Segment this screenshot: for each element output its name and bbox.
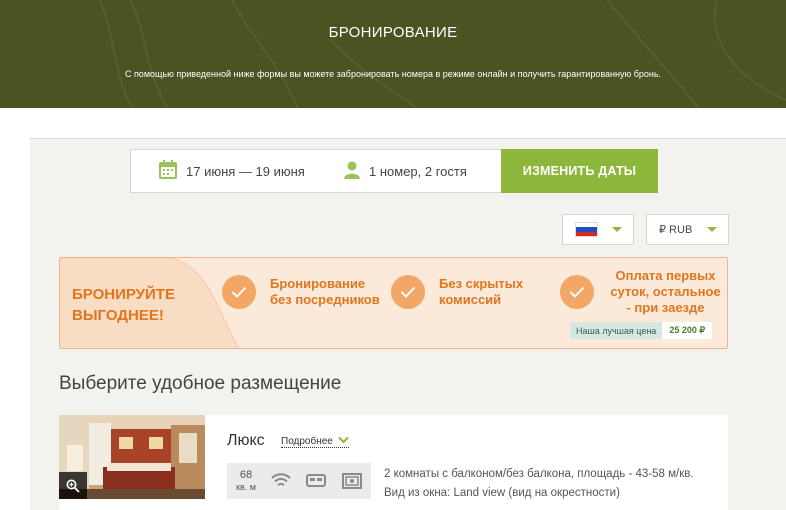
room-card: Люкс Подробнее 68 кв. м 2 комнаты с балк… xyxy=(59,415,728,510)
dates-field[interactable]: 17 июня — 19 июня xyxy=(159,150,305,192)
calendar-icon xyxy=(159,160,177,182)
change-dates-button[interactable]: ИЗМЕНИТЬ ДАТЫ xyxy=(501,149,658,193)
dates-value: 17 июня — 19 июня xyxy=(186,163,305,179)
promo-feature-text: Бронирование без посредников xyxy=(270,276,380,307)
currency-value: ₽ RUB xyxy=(659,224,693,236)
promo-title: БРОНИРУЙТЕ ВЫГОДНЕЕ! xyxy=(72,286,175,324)
booking-widget: 17 июня — 19 июня 1 номер, 2 гостя ИЗМЕН… xyxy=(30,138,786,510)
search-bar: 17 июня — 19 июня 1 номер, 2 гостя ИЗМЕН… xyxy=(130,149,658,193)
best-price-value: 25 200 ₽ xyxy=(662,322,713,339)
checkmark-icon xyxy=(222,275,256,309)
russia-flag-icon xyxy=(575,222,598,237)
page-subtitle: С помощью приведенной ниже формы вы може… xyxy=(124,69,662,79)
chevron-down-icon xyxy=(338,436,349,447)
zoom-button[interactable] xyxy=(59,472,87,499)
promo-banner: БРОНИРУЙТЕ ВЫГОДНЕЕ! Бронирование без по… xyxy=(59,257,728,349)
room-area-unit: кв. м xyxy=(236,482,256,492)
chevron-down-icon xyxy=(612,227,622,232)
room-name: Люкс xyxy=(227,432,265,449)
safe-icon xyxy=(342,473,362,494)
currency-select[interactable]: ₽ RUB xyxy=(646,214,729,245)
best-price-badge: Наша лучшая цена 25 200 ₽ xyxy=(570,322,713,339)
room-details-link[interactable]: Подробнее xyxy=(281,436,349,448)
zoom-icon xyxy=(66,479,80,493)
room-area-value: 68 xyxy=(239,469,253,481)
page-header: БРОНИРОВАНИЕ С помощью приведенной ниже … xyxy=(0,0,786,108)
guests-value: 1 номер, 2 гостя xyxy=(369,163,467,179)
checkmark-icon xyxy=(560,275,594,309)
promo-feature: Оплата первых суток, остальное - при зае… xyxy=(560,258,723,326)
promo-feature: Без скрытых комиссий xyxy=(391,258,549,326)
user-icon xyxy=(344,161,360,182)
promo-feature-text: Оплата первых суток, остальное - при зае… xyxy=(610,268,721,315)
room-amenities: 68 кв. м xyxy=(227,463,371,499)
guests-field[interactable]: 1 номер, 2 гостя xyxy=(344,150,467,192)
checkmark-icon xyxy=(391,275,425,309)
room-description: 2 комнаты с балконом/без балкона, площад… xyxy=(384,468,694,499)
best-price-label: Наша лучшая цена xyxy=(570,322,663,339)
chevron-down-icon xyxy=(707,227,717,232)
language-select[interactable] xyxy=(562,214,634,245)
header-decoration xyxy=(98,0,786,108)
room-photo[interactable] xyxy=(59,415,205,499)
wifi-icon xyxy=(271,473,291,494)
room-details-label: Подробнее xyxy=(281,436,333,447)
section-title: Выберите удобное размещение xyxy=(59,373,342,394)
page-title: БРОНИРОВАНИЕ xyxy=(328,24,458,41)
bed-icon xyxy=(306,473,326,494)
promo-feature: Бронирование без посредников xyxy=(222,258,380,326)
promo-feature-text: Без скрытых комиссий xyxy=(439,276,524,307)
